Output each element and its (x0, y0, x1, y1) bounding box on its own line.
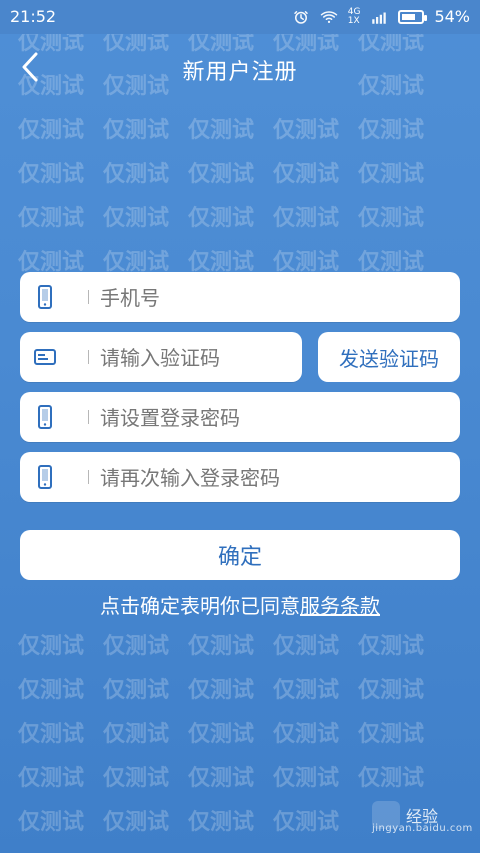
verification-code-input[interactable] (98, 332, 292, 384)
watermark: 仅测试 (273, 678, 340, 703)
watermark: 仅测试 (103, 162, 170, 187)
verification-code-field[interactable] (20, 332, 302, 384)
watermark: 仅测试 (188, 766, 255, 791)
id-card-icon (34, 344, 56, 370)
status-bar: 21:52 4G 1X 54% (0, 0, 480, 34)
watermark: 仅测试 (188, 634, 255, 659)
watermark: 仅测试 (103, 722, 170, 747)
password-confirm-input[interactable] (98, 452, 442, 504)
watermark: 仅测试 (103, 206, 170, 231)
password-confirm-field[interactable] (20, 452, 460, 504)
watermark: 仅测试 (103, 766, 170, 791)
watermark: 仅测试 (103, 634, 170, 659)
watermark: 仅测试 (358, 118, 425, 143)
password-input[interactable] (98, 392, 442, 444)
brand-watermark: 经验 jingyan.baidu.com (372, 801, 472, 837)
top-navigation: 新用户注册 (0, 34, 480, 98)
confirm-button[interactable]: 确定 (20, 530, 460, 580)
phone-icon (34, 464, 56, 490)
watermark: 仅测试 (18, 162, 85, 187)
watermark: 仅测试 (18, 810, 85, 835)
watermark: 仅测试 (18, 766, 85, 791)
agreement-prefix: 点击确定表明你已同意 (100, 594, 300, 618)
watermark: 仅测试 (358, 766, 425, 791)
watermark: 仅测试 (273, 206, 340, 231)
watermark: 仅测试 (103, 810, 170, 835)
watermark: 仅测试 (18, 118, 85, 143)
watermark: 仅测试 (273, 634, 340, 659)
watermark: 仅测试 (273, 810, 340, 835)
status-icons: 4G 1X 54% (292, 7, 470, 26)
status-time: 21:52 (10, 7, 57, 26)
watermark: 仅测试 (358, 634, 425, 659)
send-code-button[interactable]: 发送验证码 (318, 332, 460, 382)
terms-link[interactable]: 服务条款 (300, 594, 380, 618)
watermark: 仅测试 (188, 722, 255, 747)
battery-icon (398, 9, 428, 24)
field-separator (88, 350, 89, 364)
agreement-text: 点击确定表明你已同意服务条款 (0, 590, 480, 619)
watermark: 仅测试 (103, 678, 170, 703)
watermark: 仅测试 (18, 722, 85, 747)
page-title: 新用户注册 (182, 60, 298, 85)
watermark: 仅测试 (18, 634, 85, 659)
network-type: 4G 1X (347, 7, 361, 26)
watermark: 仅测试 (188, 678, 255, 703)
watermark: 仅测试 (188, 206, 255, 231)
password-field[interactable] (20, 392, 460, 444)
field-separator (88, 290, 89, 304)
watermark: 仅测试 (273, 162, 340, 187)
brand-url: jingyan.baidu.com (372, 823, 473, 834)
signal-icon (370, 8, 388, 26)
network-label-bottom: 1X (347, 15, 360, 26)
wifi-icon (320, 8, 338, 26)
watermark: 仅测试 (103, 118, 170, 143)
watermark: 仅测试 (188, 118, 255, 143)
watermark: 仅测试 (273, 766, 340, 791)
phone-input[interactable] (98, 272, 442, 324)
field-separator (88, 410, 89, 424)
alarm-icon (292, 8, 310, 26)
field-separator (88, 470, 89, 484)
watermark: 仅测试 (273, 722, 340, 747)
watermark: 仅测试 (358, 678, 425, 703)
battery-percent: 54% (434, 7, 470, 26)
watermark: 仅测试 (358, 722, 425, 747)
watermark: 仅测试 (358, 162, 425, 187)
watermark: 仅测试 (188, 810, 255, 835)
watermark: 仅测试 (188, 162, 255, 187)
watermark: 仅测试 (18, 678, 85, 703)
phone-field[interactable] (20, 272, 460, 324)
watermark: 仅测试 (18, 206, 85, 231)
phone-icon (34, 284, 56, 310)
watermark: 仅测试 (273, 118, 340, 143)
phone-icon (34, 404, 56, 430)
watermark: 仅测试 (358, 206, 425, 231)
